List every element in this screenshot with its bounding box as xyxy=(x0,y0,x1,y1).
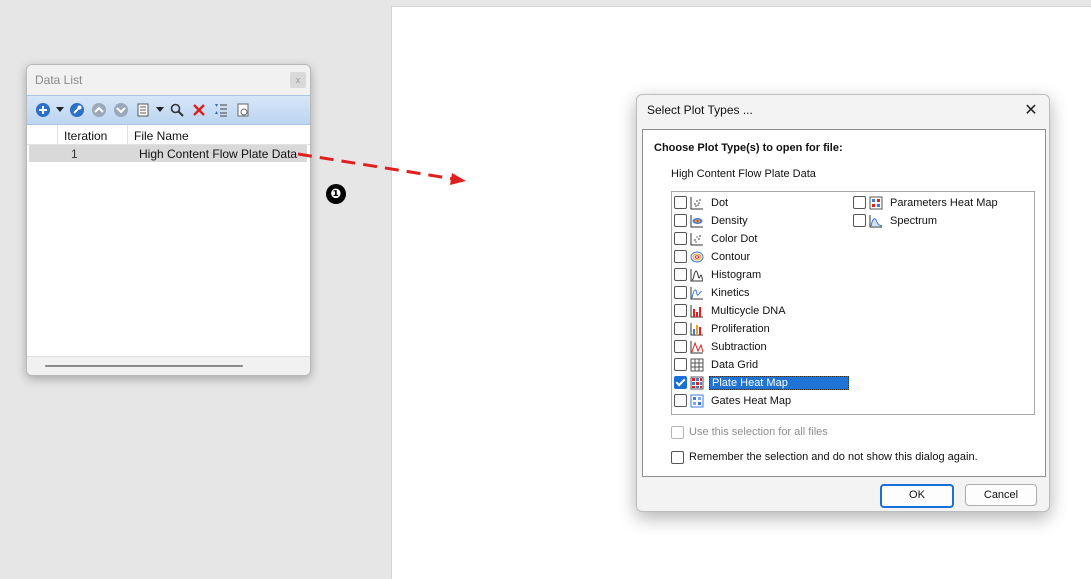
dropdown-arrow-icon[interactable] xyxy=(155,100,165,120)
plot-type-label: Multicycle DNA xyxy=(711,304,786,317)
document-icon[interactable] xyxy=(133,100,153,120)
contour-plot-icon xyxy=(690,251,704,262)
plot-type-color-dot[interactable]: Color Dot xyxy=(674,230,759,247)
plot-type-spectrum[interactable]: Spectrum xyxy=(853,212,939,229)
checkbox[interactable] xyxy=(674,286,687,299)
delete-icon[interactable] xyxy=(189,100,209,120)
plot-type-parameters-heat-map[interactable]: Parameters Heat Map xyxy=(853,194,1000,211)
proliferation-icon xyxy=(690,322,703,335)
dialog-title: Select Plot Types ... xyxy=(647,103,753,117)
dialog-file-name: High Content Flow Plate Data xyxy=(671,168,816,180)
spectrum-icon xyxy=(869,214,883,227)
plot-type-label: Density xyxy=(711,214,748,227)
checkbox[interactable] xyxy=(674,322,687,335)
data-list-window: Data List x Iteration File Name 1 High C… xyxy=(26,64,311,376)
plot-type-proliferation[interactable]: Proliferation xyxy=(674,320,772,337)
plot-type-density[interactable]: Density xyxy=(674,212,750,229)
checkbox[interactable] xyxy=(674,250,687,263)
dot-plot-icon xyxy=(690,196,703,209)
plot-type-label: Dot xyxy=(711,196,729,209)
search-icon[interactable] xyxy=(167,100,187,120)
kinetics-icon xyxy=(690,286,703,299)
plot-type-subtraction[interactable]: Subtraction xyxy=(674,338,769,355)
dialog-heading: Choose Plot Type(s) to open for file: xyxy=(654,142,843,154)
checkbox[interactable] xyxy=(674,376,687,389)
plot-type-data-grid[interactable]: Data Grid xyxy=(674,356,760,373)
table-row[interactable]: 1 High Content Flow Plate Data xyxy=(29,145,307,162)
plot-type-label: Spectrum xyxy=(890,214,938,227)
plot-type-dot[interactable]: Dot xyxy=(674,194,730,211)
list-options-icon[interactable] xyxy=(211,100,231,120)
plot-type-multicycle-dna[interactable]: Multicycle DNA xyxy=(674,302,788,319)
step-marker-1: ❶ xyxy=(326,184,346,204)
close-icon[interactable]: x xyxy=(290,72,306,88)
data-list-titlebar[interactable]: Data List x xyxy=(27,65,310,95)
plot-type-label: Gates Heat Map xyxy=(711,394,792,407)
remember-selection-option[interactable]: Remember the selection and do not show t… xyxy=(671,450,980,464)
plot-type-label: Parameters Heat Map xyxy=(890,196,998,209)
parameters-heat-map-icon xyxy=(869,196,883,209)
drag-arrow xyxy=(297,152,466,185)
plot-type-label: Histogram xyxy=(711,268,762,281)
subtraction-icon xyxy=(690,340,704,353)
checkbox[interactable] xyxy=(674,394,687,407)
plot-type-label: Kinetics xyxy=(711,286,750,299)
plot-type-histogram[interactable]: Histogram xyxy=(674,266,763,283)
cell-file-name: High Content Flow Plate Data xyxy=(139,147,298,161)
checkbox[interactable] xyxy=(674,358,687,371)
remember-selection-label: Remember the selection and do not show t… xyxy=(689,451,978,463)
plot-type-contour[interactable]: Contour xyxy=(674,248,752,265)
checkbox[interactable] xyxy=(674,214,687,227)
horizontal-scrollbar[interactable] xyxy=(27,356,310,375)
move-down-icon[interactable] xyxy=(111,100,131,120)
properties-icon[interactable] xyxy=(233,100,253,120)
plot-type-label: Proliferation xyxy=(711,322,770,335)
multicycle-dna-icon xyxy=(690,304,703,317)
plot-type-label: Contour xyxy=(711,250,751,263)
use-selection-all-files-option: Use this selection for all files xyxy=(671,425,830,439)
checkbox[interactable] xyxy=(674,304,687,317)
data-list-header: Iteration File Name xyxy=(27,125,310,145)
plot-type-plate-heat-map[interactable]: Plate Heat Map xyxy=(674,374,849,391)
color-dot-plot-icon xyxy=(690,232,703,245)
data-grid-icon xyxy=(690,358,704,371)
move-up-icon[interactable] xyxy=(89,100,109,120)
checkbox xyxy=(671,425,684,439)
ok-button[interactable]: OK xyxy=(880,484,954,508)
cell-iteration: 1 xyxy=(71,147,78,161)
close-icon[interactable]: ✕ xyxy=(1023,100,1039,120)
plot-type-kinetics[interactable]: Kinetics xyxy=(674,284,752,301)
dialog-body: Choose Plot Type(s) to open for file: Hi… xyxy=(642,129,1046,477)
use-selection-all-files-label: Use this selection for all files xyxy=(689,426,828,438)
checkbox[interactable] xyxy=(674,268,687,281)
checkbox[interactable] xyxy=(674,196,687,209)
plate-heat-map-icon xyxy=(690,376,704,389)
column-header-file-name[interactable]: File Name xyxy=(134,129,189,143)
gates-heat-map-icon xyxy=(690,394,704,407)
plot-type-list: Dot Density Color Dot Contour Histogram xyxy=(671,191,1035,415)
wrench-icon[interactable] xyxy=(67,100,87,120)
select-plot-types-dialog: Select Plot Types ... ✕ Choose Plot Type… xyxy=(636,94,1050,512)
density-plot-icon xyxy=(690,214,703,227)
checkbox[interactable] xyxy=(674,340,687,353)
plot-type-label: Subtraction xyxy=(711,340,767,353)
column-header-iteration[interactable]: Iteration xyxy=(64,129,107,143)
dropdown-arrow-icon[interactable] xyxy=(55,100,65,120)
histogram-icon xyxy=(690,268,704,281)
data-list-title: Data List xyxy=(35,73,83,87)
checkbox[interactable] xyxy=(853,214,866,227)
cancel-button[interactable]: Cancel xyxy=(965,484,1037,506)
add-icon[interactable] xyxy=(33,100,53,120)
checkbox[interactable] xyxy=(853,196,866,209)
checkbox[interactable] xyxy=(674,232,687,245)
plot-type-label: Color Dot xyxy=(711,232,758,245)
checkbox[interactable] xyxy=(671,450,684,464)
plot-type-label: Data Grid xyxy=(711,358,759,371)
data-list-toolbar xyxy=(27,95,310,125)
plot-type-label: Plate Heat Map xyxy=(709,375,849,390)
plot-type-gates-heat-map[interactable]: Gates Heat Map xyxy=(674,392,793,409)
scrollbar-thumb[interactable] xyxy=(45,365,243,367)
